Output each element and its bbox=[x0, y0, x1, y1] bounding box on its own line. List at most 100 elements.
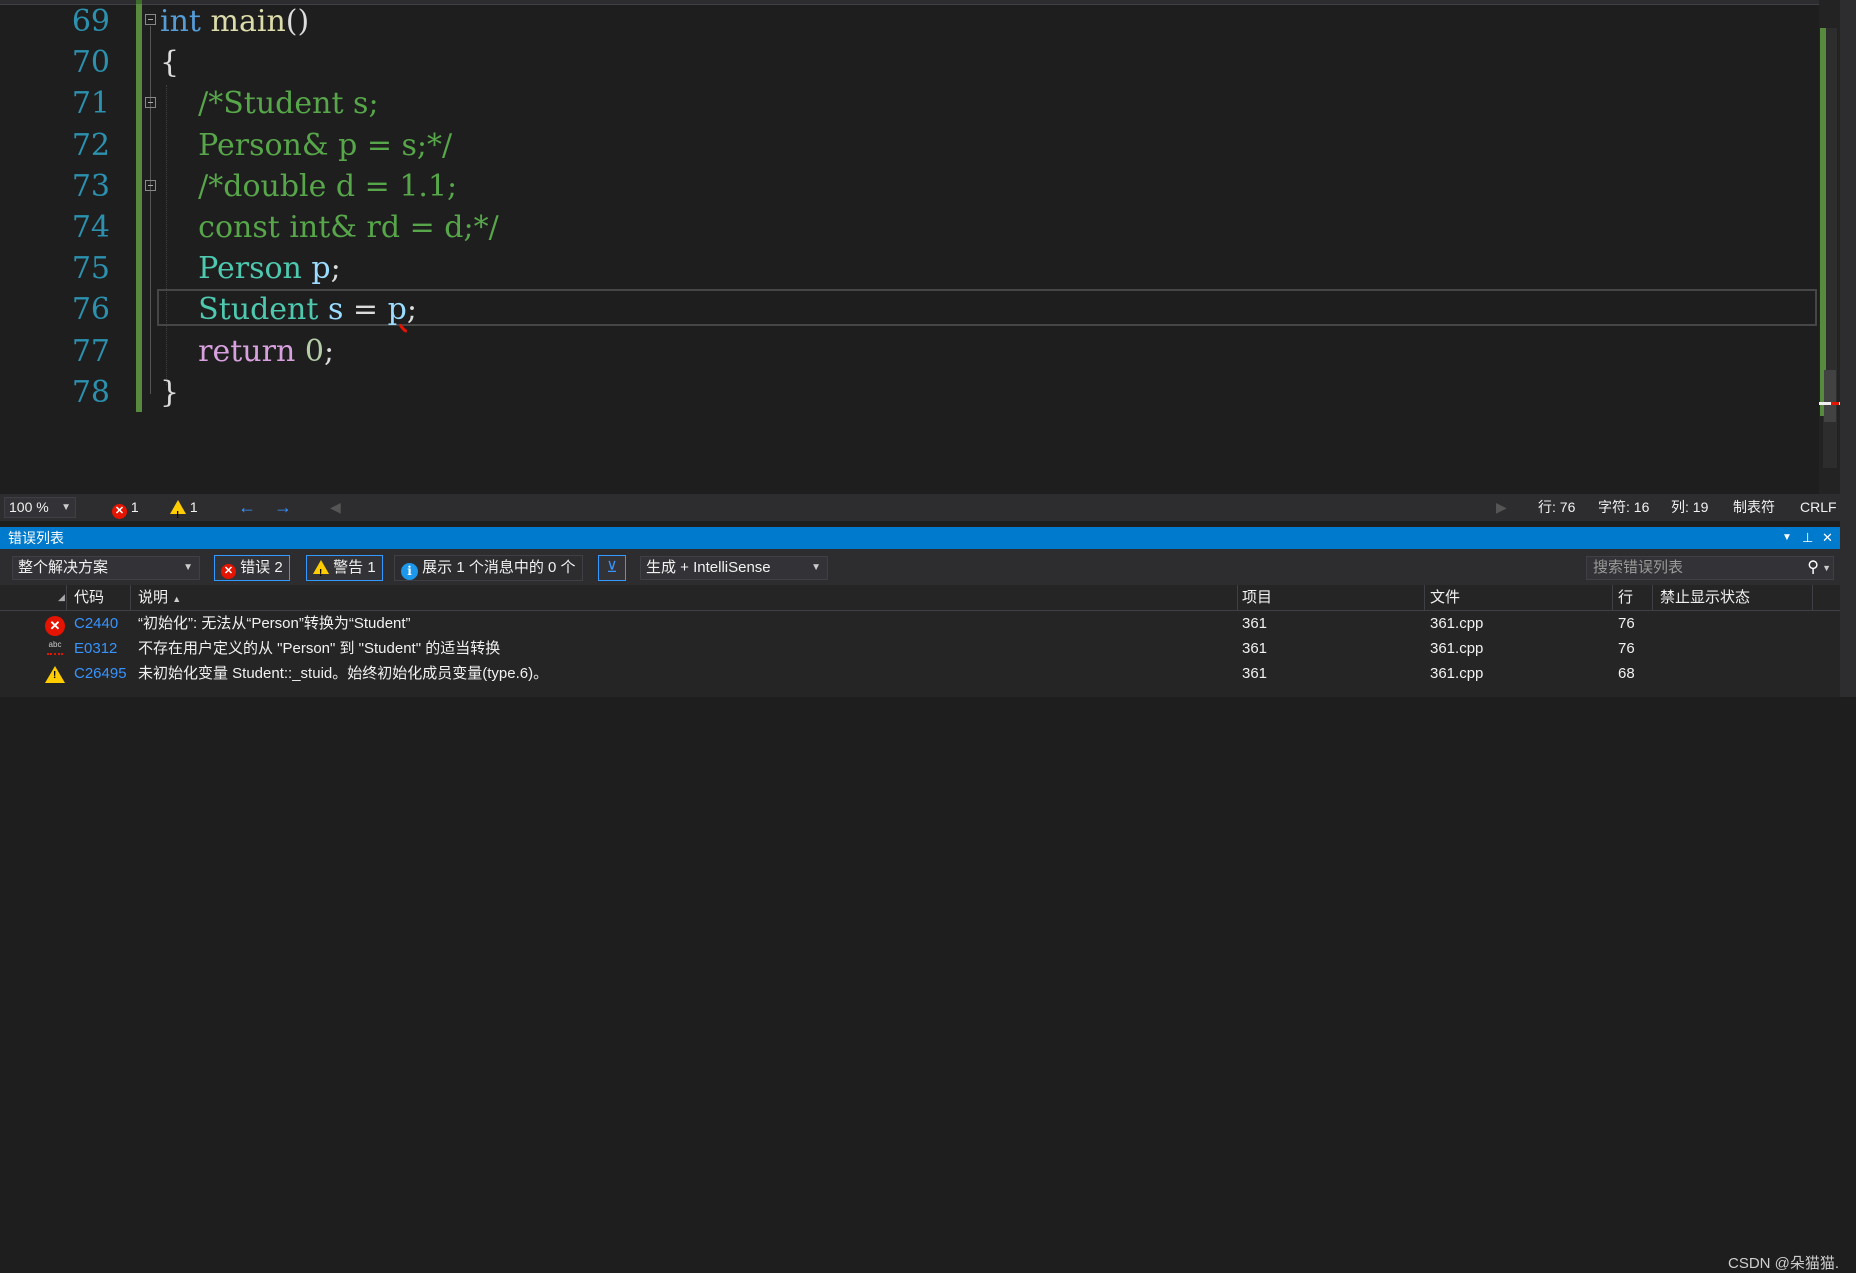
table-row[interactable]: C26495 未初始化变量 Student::_stuid。始终初始化成员变量(… bbox=[0, 661, 1840, 686]
scroll-right-icon[interactable]: ▶ bbox=[1496, 494, 1507, 521]
code-token: const int& rd = d;*/ bbox=[160, 210, 499, 245]
code-line[interactable]: 74 const int& rd = d;*/ bbox=[0, 207, 1820, 248]
pin-icon[interactable]: ⊥ bbox=[1802, 527, 1813, 549]
code-line[interactable]: 69 int main() bbox=[0, 1, 1820, 42]
errors-filter-button[interactable]: ✕ 错误 2 bbox=[214, 555, 290, 581]
code-line[interactable]: 72 Person& p = s;*/ bbox=[0, 125, 1820, 166]
code-token: ; bbox=[406, 292, 417, 328]
error-code-link[interactable]: C2440 bbox=[74, 611, 118, 636]
column-separator bbox=[1652, 585, 1653, 610]
code-token: p bbox=[311, 251, 331, 287]
line-number: 72 bbox=[71, 127, 110, 163]
code-line[interactable]: 76 Student s = p; bbox=[0, 289, 1820, 330]
source-value: 生成 + IntelliSense bbox=[646, 559, 771, 576]
code-text[interactable]: Student s = p; bbox=[160, 289, 417, 330]
warning-icon bbox=[45, 666, 65, 685]
code-line[interactable]: 77 return 0; bbox=[0, 331, 1820, 372]
search-placeholder: 搜索错误列表 bbox=[1593, 559, 1684, 576]
error-list-titlebar[interactable]: 错误列表 ▼ ⊥ ✕ bbox=[0, 527, 1840, 549]
code-token: Person bbox=[198, 251, 302, 287]
code-text[interactable]: /*Student s; bbox=[160, 83, 378, 124]
header-suppression[interactable]: 禁止显示状态 bbox=[1660, 585, 1750, 610]
code-editor[interactable]: 69 int main() 70{71 /*Student s; 72 Person&… bbox=[0, 0, 1856, 494]
right-edge-panel bbox=[1840, 0, 1856, 697]
header-code[interactable]: 代码 bbox=[74, 585, 104, 610]
error-code-link[interactable]: C26495 bbox=[74, 661, 127, 686]
row-file: 361.cpp bbox=[1430, 665, 1484, 682]
search-icon[interactable]: ⚲ bbox=[1807, 557, 1819, 579]
status-eol[interactable]: CRLF bbox=[1800, 494, 1837, 521]
column-separator bbox=[1812, 585, 1813, 610]
scrollbar-change-marker bbox=[1820, 28, 1826, 416]
column-separator bbox=[1612, 585, 1613, 610]
error-count-value: 1 bbox=[130, 499, 139, 515]
code-text[interactable]: return 0; bbox=[160, 331, 334, 372]
filter-icon[interactable]: ⊻ bbox=[598, 555, 626, 581]
code-token: ; bbox=[323, 333, 335, 369]
code-line[interactable]: 75 Person p; bbox=[0, 248, 1820, 289]
nav-back-arrow-icon[interactable]: ← bbox=[238, 494, 256, 521]
line-number: 71 bbox=[71, 86, 110, 122]
code-line[interactable]: 78} bbox=[0, 372, 1820, 413]
status-tabs[interactable]: 制表符 bbox=[1733, 494, 1775, 521]
column-separator bbox=[1424, 585, 1425, 610]
scope-dropdown[interactable]: 整个解决方案 ▼ bbox=[12, 556, 200, 580]
code-token: } bbox=[160, 374, 180, 410]
row-project: 361 bbox=[1242, 615, 1268, 632]
panel-menu-chevron-icon[interactable]: ▼ bbox=[1782, 527, 1792, 549]
scrollbar-thumb[interactable] bbox=[1824, 370, 1836, 422]
line-number: 77 bbox=[71, 333, 110, 369]
code-token: /*double d = 1.1; bbox=[160, 168, 458, 204]
header-corner-icon: ◢ bbox=[58, 592, 65, 602]
warning-icon bbox=[313, 560, 329, 586]
search-options-chevron-icon[interactable]: ▼ bbox=[1822, 557, 1831, 579]
vertical-scrollbar[interactable] bbox=[1819, 0, 1840, 494]
row-line: 76 bbox=[1618, 640, 1635, 657]
messages-filter-button[interactable]: i 展示 1 个消息中的 0 个 bbox=[394, 555, 583, 581]
zoom-dropdown[interactable]: 100 % ▼ bbox=[4, 497, 76, 518]
code-text[interactable]: { bbox=[160, 42, 179, 83]
line-number: 73 bbox=[71, 168, 110, 204]
header-file[interactable]: 文件 bbox=[1430, 585, 1460, 610]
line-number: 70 bbox=[71, 45, 110, 81]
row-description: 未初始化变量 Student::_stuid。始终初始化成员变量(type.6)… bbox=[138, 665, 549, 682]
code-token: 0 bbox=[304, 333, 324, 369]
code-token: Person& p = s;*/ bbox=[160, 127, 453, 163]
close-icon[interactable]: ✕ bbox=[1822, 527, 1833, 549]
scroll-left-icon[interactable]: ◀ bbox=[330, 494, 341, 521]
code-token: int bbox=[160, 4, 201, 39]
info-icon: i bbox=[401, 563, 418, 580]
header-project[interactable]: 项目 bbox=[1242, 585, 1272, 610]
error-list-search[interactable]: 搜索错误列表 ⚲ ▼ bbox=[1586, 556, 1834, 580]
code-line[interactable]: 73 /*double d = 1.1; bbox=[0, 166, 1820, 207]
grid-header: ◢ 代码 说明 ▲ 项目 文件 行 禁止显示状态 bbox=[0, 585, 1840, 611]
error-icon: ✕ bbox=[221, 564, 236, 579]
error-list-toolbar: 整个解决方案 ▼ ✕ 错误 2 警告 1 i 展示 1 个消息中的 0 个 ⊻ … bbox=[0, 549, 1840, 586]
code-line[interactable]: 70 { bbox=[0, 42, 1820, 83]
table-row[interactable]: abc E0312 不存在用户定义的从 "Person" 到 "Student"… bbox=[0, 636, 1840, 661]
code-text[interactable]: /*double d = 1.1; bbox=[160, 166, 457, 207]
code-text[interactable]: } bbox=[160, 372, 179, 413]
code-line[interactable]: 71 /*Student s; bbox=[0, 83, 1820, 124]
watermark: CSDN @朵猫猫. bbox=[1728, 1255, 1840, 1272]
code-text[interactable]: Person p; bbox=[160, 248, 341, 289]
code-token: s bbox=[327, 292, 344, 328]
code-token: ; bbox=[330, 251, 341, 287]
zoom-value: 100 % bbox=[9, 499, 49, 515]
error-code-link[interactable]: E0312 bbox=[74, 636, 117, 661]
code-text[interactable]: int main() bbox=[160, 1, 309, 42]
source-dropdown[interactable]: 生成 + IntelliSense ▼ bbox=[640, 556, 828, 580]
code-text[interactable]: const int& rd = d;*/ bbox=[160, 207, 499, 248]
warnings-filter-button[interactable]: 警告 1 bbox=[306, 555, 383, 586]
header-description[interactable]: 说明 ▲ bbox=[138, 585, 181, 612]
table-row[interactable]: ✕ C2440 “初始化”: 无法从“Person”转换为“Student” 3… bbox=[0, 611, 1840, 636]
code-text[interactable]: Person& p = s;*/ bbox=[160, 125, 452, 166]
status-col: 列: 19 bbox=[1671, 499, 1709, 515]
warning-count[interactable]: 1 bbox=[170, 494, 198, 529]
nav-forward-arrow-icon[interactable]: → bbox=[274, 494, 292, 521]
header-line[interactable]: 行 bbox=[1618, 585, 1633, 610]
warning-icon bbox=[170, 500, 186, 529]
error-count[interactable]: ✕ 1 bbox=[112, 494, 139, 521]
spelling-error-icon: abc bbox=[46, 641, 64, 655]
